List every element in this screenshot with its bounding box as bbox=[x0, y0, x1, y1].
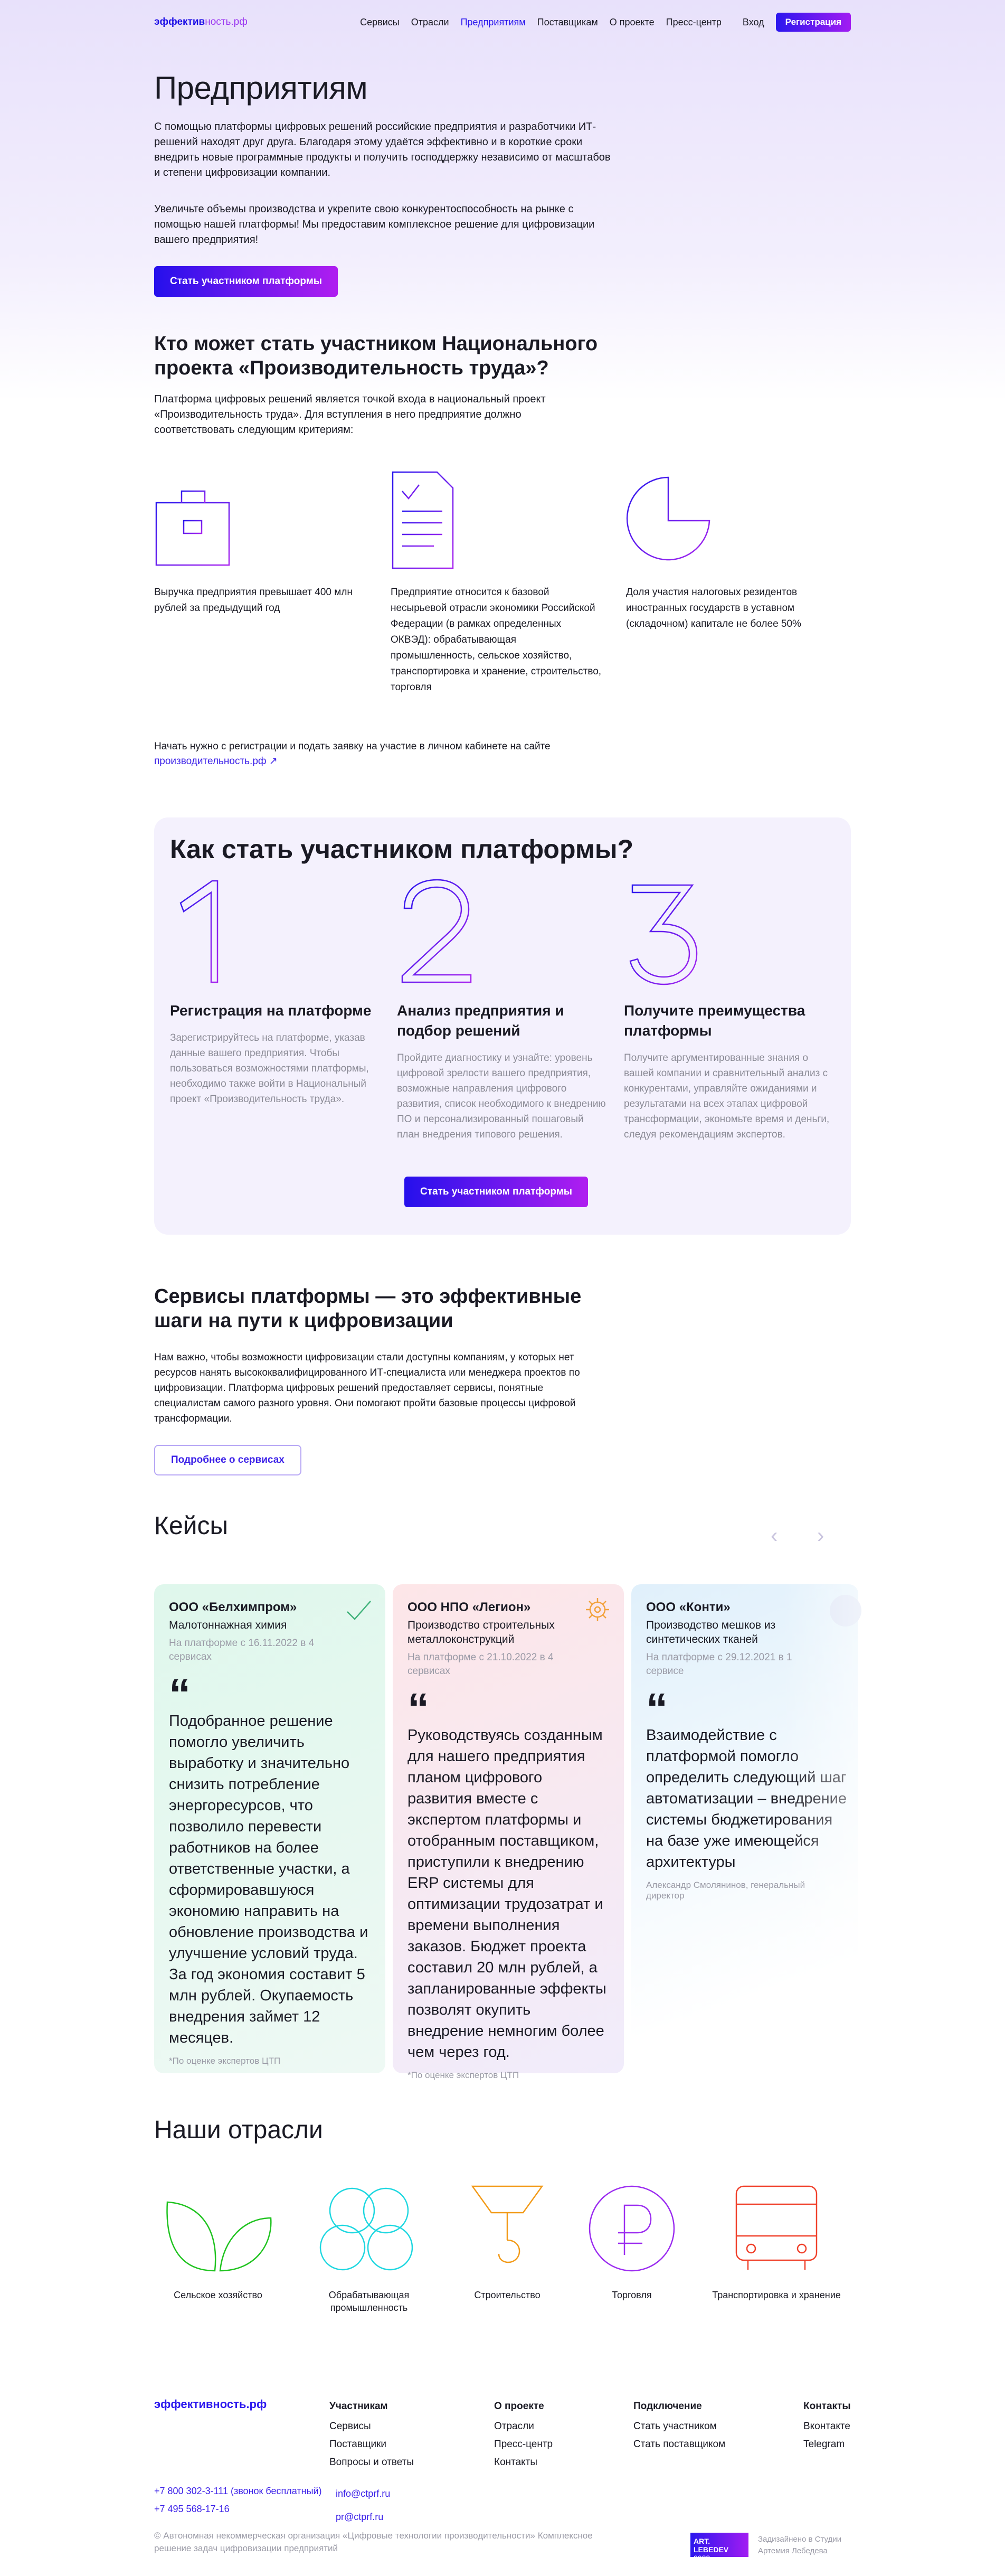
email-link[interactable]: pr@ctprf.ru bbox=[336, 2505, 390, 2528]
email-link[interactable]: info@ctprf.ru bbox=[336, 2482, 390, 2505]
nav-suppliers[interactable]: Поставщикам bbox=[537, 17, 598, 28]
industry-transport[interactable]: Транспортировка и хранение bbox=[708, 2181, 845, 2301]
who-text: Платформа цифровых решений является точк… bbox=[154, 393, 546, 436]
cases-carousel: ООО «Белхимпром» Малотоннажная химия На … bbox=[154, 1584, 1005, 2086]
footer-link[interactable]: Пресс-центр bbox=[494, 2436, 553, 2453]
studio-credit: Задизайнено в Студии Артемия Лебедева bbox=[758, 2535, 842, 2555]
footer-logo[interactable]: эффективность.рф bbox=[154, 2398, 267, 2411]
become-member-button[interactable]: Стать участником платформы bbox=[154, 266, 338, 297]
productivity-link[interactable]: производительность.рф ↗ bbox=[154, 756, 278, 767]
quote-icon: “ bbox=[407, 1685, 429, 1733]
site-header: эффективность.рф Сервисы Отрасли Предпри… bbox=[154, 0, 851, 44]
crane-hook-icon bbox=[471, 2185, 544, 2263]
industry-agriculture[interactable]: Сельское хозяйство bbox=[149, 2181, 287, 2301]
industry-manufacturing[interactable]: Обрабатывающая промышленность bbox=[300, 2181, 438, 2314]
footer-emails: info@ctprf.ru pr@ctprf.ru bbox=[336, 2482, 390, 2528]
footer-link[interactable]: Отрасли bbox=[494, 2418, 553, 2436]
nav-industries[interactable]: Отрасли bbox=[411, 17, 449, 28]
nav-about[interactable]: О проекте bbox=[610, 17, 655, 28]
cases-next-arrow-icon[interactable]: › bbox=[817, 1524, 824, 1548]
leaves-icon bbox=[166, 2201, 272, 2272]
industries-title: Наши отрасли bbox=[154, 2116, 323, 2144]
nav-services[interactable]: Сервисы bbox=[360, 17, 400, 28]
number-3-icon bbox=[629, 884, 698, 985]
footer-link[interactable]: Стать поставщиком bbox=[633, 2436, 725, 2453]
footer-col-connect: Подключение Стать участником Стать поста… bbox=[633, 2398, 725, 2453]
footer-col-contacts: Контакты Вконтакте Telegram bbox=[803, 2398, 851, 2453]
footer-link[interactable]: Вконтакте bbox=[803, 2418, 851, 2436]
services-text: Нам важно, чтобы возможности цифровизаци… bbox=[154, 1352, 580, 1424]
site-logo[interactable]: эффективность.рф bbox=[154, 16, 248, 28]
step-2: Анализ предприятия и подбор решений Прой… bbox=[397, 877, 608, 1142]
footer-link[interactable]: Стать участником bbox=[633, 2418, 725, 2436]
industry-trade[interactable]: Торговля bbox=[563, 2181, 700, 2301]
cases-prev-arrow-icon[interactable]: ‹ bbox=[771, 1524, 778, 1548]
criterion-industry: Предприятие относится к базовой несырьев… bbox=[391, 470, 602, 695]
criterion-revenue: Выручка предприятия превышает 400 млн ру… bbox=[154, 475, 365, 616]
page-title: Предприятиям bbox=[154, 70, 368, 106]
phone-link[interactable]: +7 495 568-17-16 bbox=[154, 2500, 322, 2518]
steps-title: Как стать участником платформы? bbox=[170, 834, 634, 864]
main-nav: Сервисы Отрасли Предприятиям Поставщикам… bbox=[360, 17, 722, 28]
phone-link[interactable]: +7 800 302-3-111 (звонок бесплатный) bbox=[154, 2482, 322, 2500]
number-1-icon bbox=[179, 880, 219, 983]
document-icon bbox=[392, 471, 454, 569]
steps-become-member-button[interactable]: Стать участником платформы bbox=[404, 1177, 589, 1207]
nav-enterprises[interactable]: Предприятиям bbox=[461, 17, 526, 28]
criterion-foreign-share: Доля участия налоговых резидентов иностр… bbox=[626, 470, 837, 632]
steps-section: Как стать участником платформы? Регистра… bbox=[154, 817, 851, 1235]
gear-icon bbox=[586, 1598, 609, 1621]
footer-col-participants: Участникам Сервисы Поставщики Вопросы и … bbox=[329, 2398, 414, 2471]
case-card[interactable]: ООО «Белхимпром» Малотоннажная химия На … bbox=[154, 1584, 385, 2073]
case-card[interactable]: ООО НПО «Легион» Производство строительн… bbox=[393, 1584, 624, 2080]
footer-link[interactable]: Вопросы и ответы bbox=[329, 2453, 414, 2471]
number-2-icon bbox=[401, 879, 472, 983]
step-1: Регистрация на платформе Зарегистрируйте… bbox=[170, 877, 381, 1107]
footer-link[interactable]: Сервисы bbox=[329, 2418, 414, 2436]
nav-press[interactable]: Пресс-центр bbox=[666, 17, 722, 28]
ruble-icon bbox=[589, 2185, 675, 2272]
studio-logo[interactable]: ART. LEBEDEV 2022 bbox=[690, 2533, 748, 2562]
login-link[interactable]: Вход bbox=[743, 17, 764, 28]
pie-chart-icon bbox=[626, 476, 710, 561]
step-3: Получите преимущества платформы Получите… bbox=[624, 877, 835, 1142]
cases-title: Кейсы bbox=[154, 1512, 228, 1540]
services-more-button[interactable]: Подробнее о сервисах bbox=[154, 1445, 301, 1475]
quote-icon: “ bbox=[169, 1670, 191, 1718]
register-button[interactable]: Регистрация bbox=[775, 13, 851, 32]
registration-note: Начать нужно с регистрации и подать заяв… bbox=[154, 741, 551, 767]
briefcase-icon bbox=[155, 490, 230, 566]
services-title: Сервисы платформы — это эффективные шаги… bbox=[154, 1285, 582, 1332]
footer-col-about: О проекте Отрасли Пресс-центр Контакты bbox=[494, 2398, 553, 2471]
footer-link[interactable]: Поставщики bbox=[329, 2436, 414, 2453]
footer-link[interactable]: Telegram bbox=[803, 2436, 851, 2453]
checkmark-icon bbox=[347, 1601, 371, 1620]
footer-link[interactable]: Контакты bbox=[494, 2453, 553, 2471]
circles-icon bbox=[319, 2187, 413, 2271]
who-title: Кто может стать участником Национального… bbox=[154, 333, 598, 379]
copyright: © Автономная некоммерческая организация … bbox=[154, 2531, 593, 2553]
hero-paragraph-2: Увеличьте объемы производства и укрепите… bbox=[154, 203, 595, 246]
footer-phones: +7 800 302-3-111 (звонок бесплатный) +7 … bbox=[154, 2482, 322, 2518]
industry-construction[interactable]: Строительство bbox=[439, 2181, 576, 2301]
bus-icon bbox=[735, 2185, 818, 2270]
hero-paragraph-1: С помощью платформы цифровых решений рос… bbox=[154, 121, 611, 178]
